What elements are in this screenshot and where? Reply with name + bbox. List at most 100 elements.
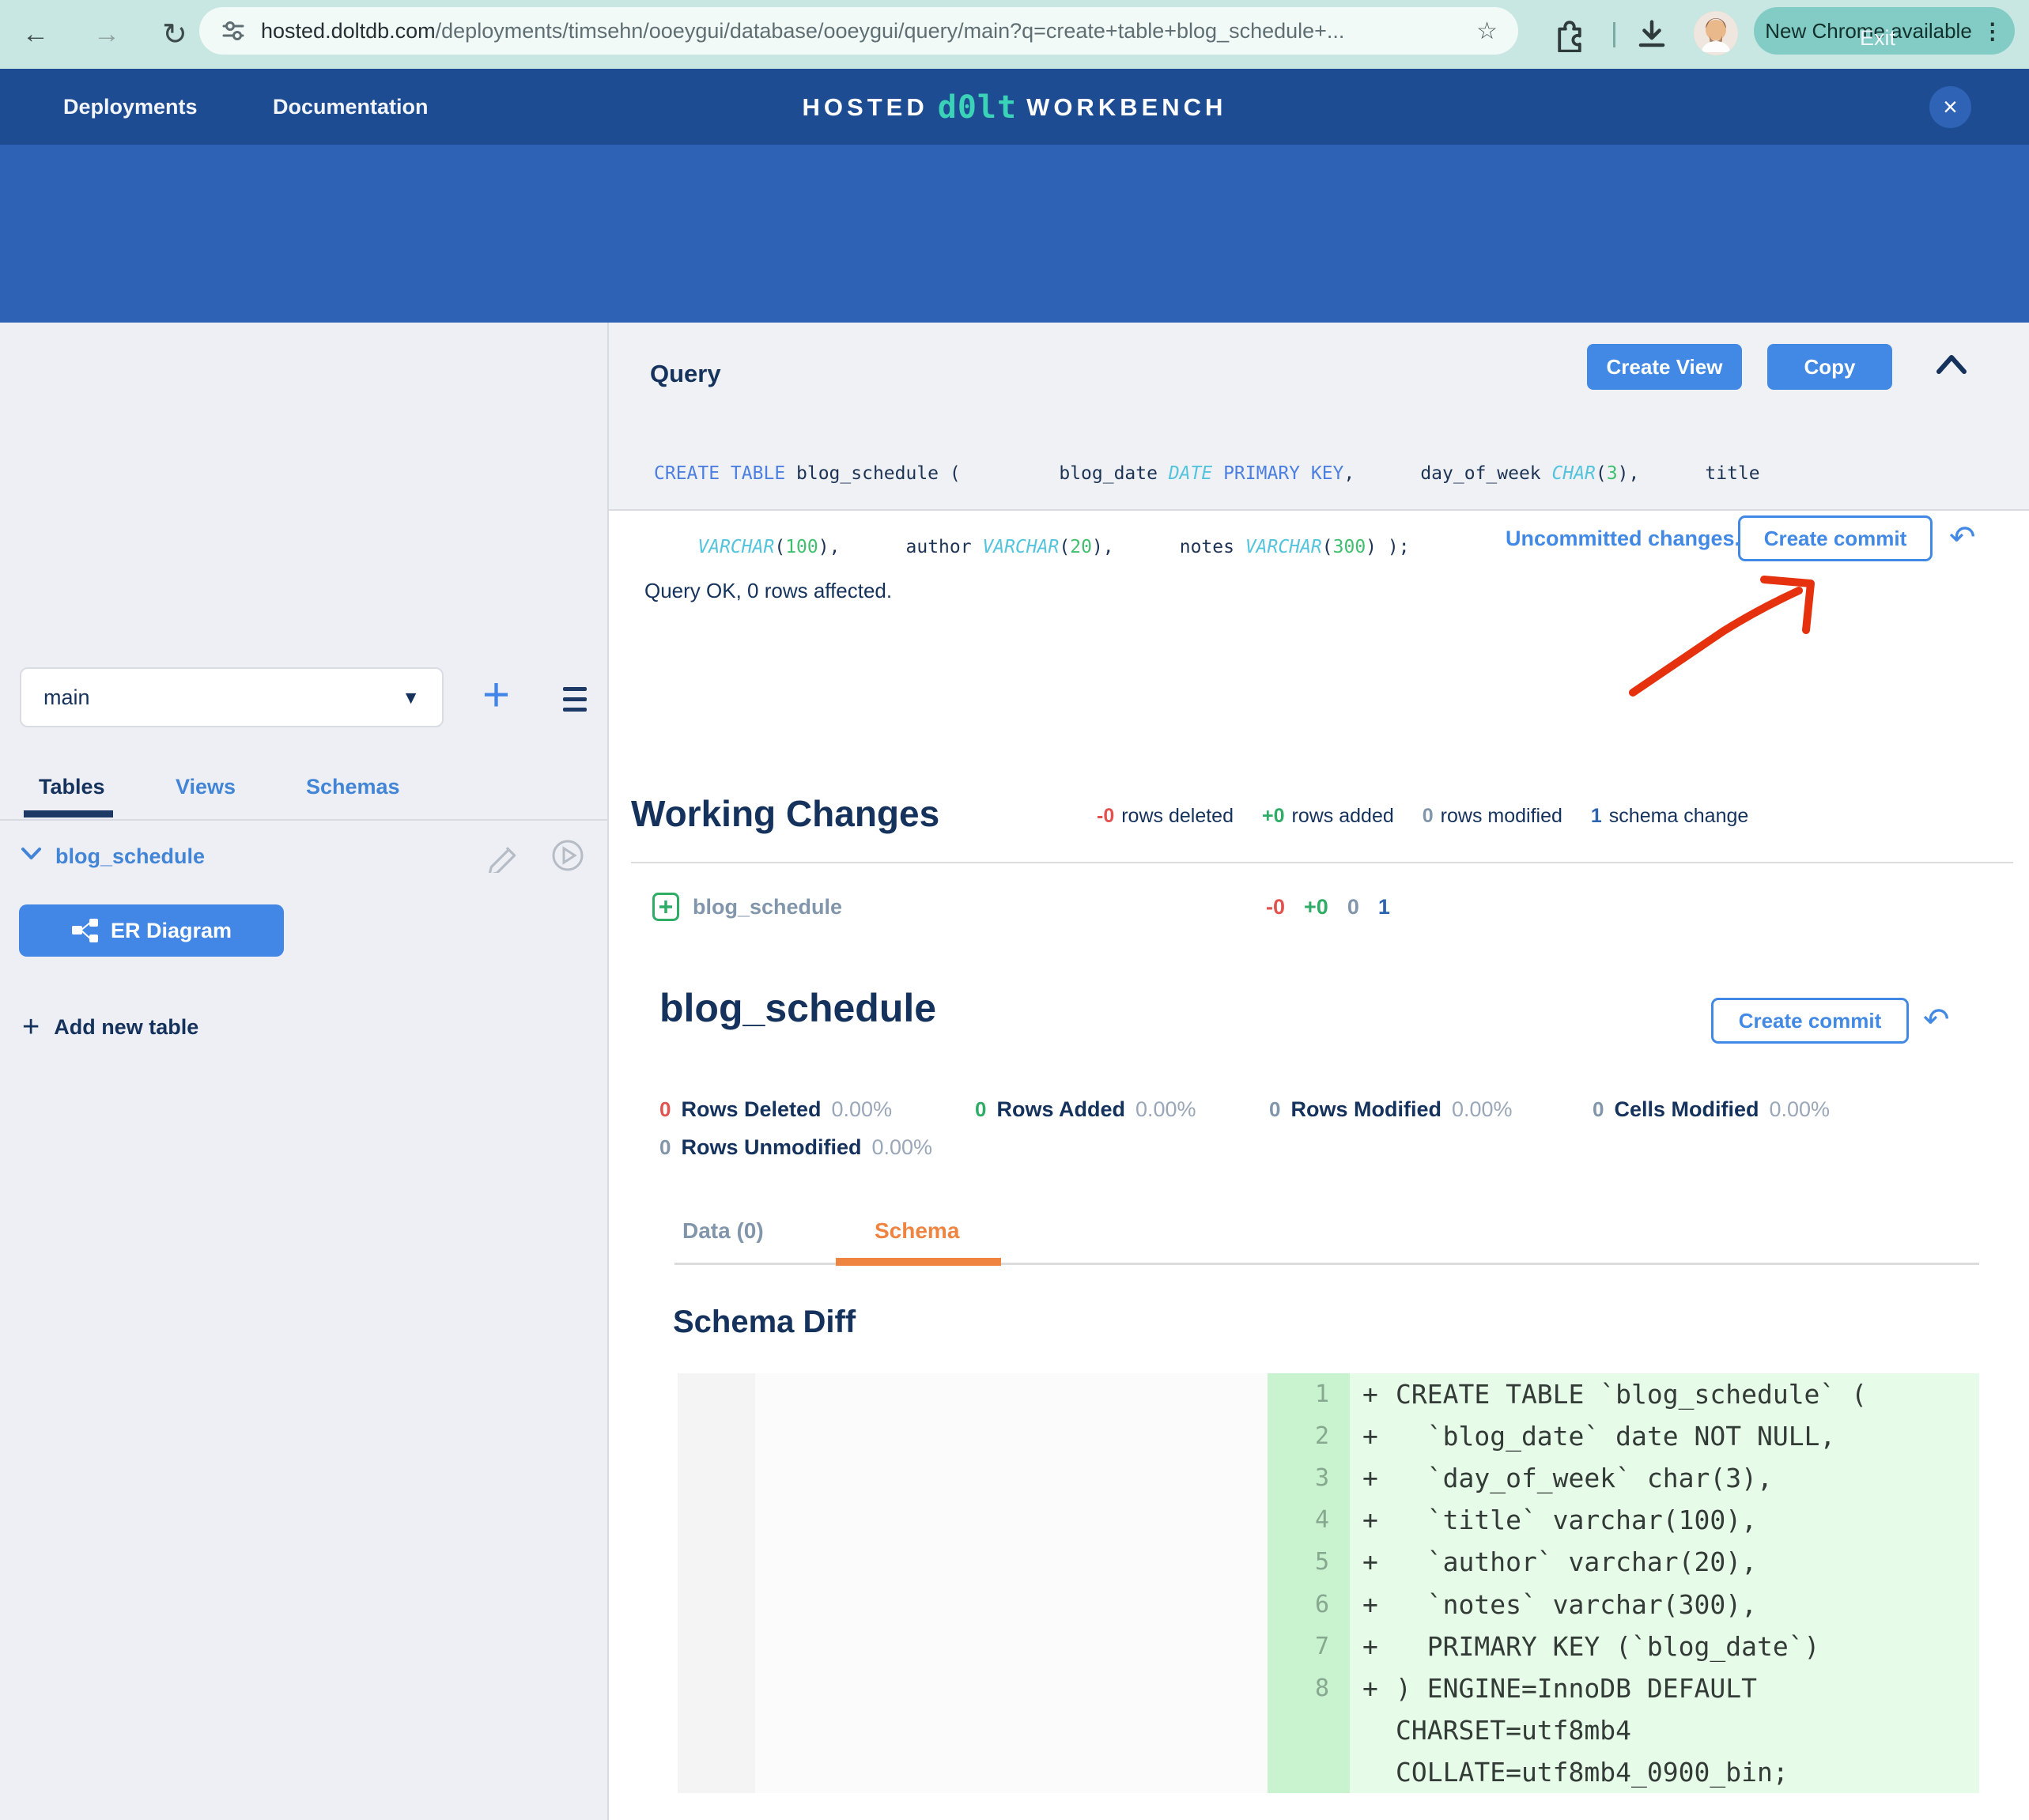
caret-down-icon: ▼ — [402, 687, 420, 708]
extensions-icon[interactable] — [1551, 16, 1588, 52]
diff-row: 7 + PRIMARY KEY (`blog_date`) — [1268, 1626, 1979, 1667]
diff-line-number: 2 — [1268, 1415, 1350, 1457]
sql-token: ) ); — [1366, 537, 1409, 557]
diff-line-number: 6 — [1268, 1583, 1350, 1625]
diff-add-sign: + — [1350, 1379, 1396, 1410]
branch-menu-icon[interactable] — [563, 687, 587, 718]
diff-row: 5 + `author` varchar(20), — [1268, 1541, 1979, 1583]
table-stat: 0 Rows Modified 0.00% — [1269, 1097, 1513, 1122]
database-header: timsehn/ooeygui/ooeygui ▾ Admin + Add ▾ … — [0, 145, 2029, 323]
diff-old-side — [755, 1373, 1268, 1793]
schema-diff-title: Schema Diff — [673, 1305, 856, 1340]
diff-add-sign: + — [1350, 1463, 1396, 1493]
working-changes-stats: -0 rows deleted +0 rows added 0 rows mod… — [1097, 805, 1748, 828]
diff-code-text: `blog_date` date NOT NULL, — [1396, 1421, 1835, 1452]
hosted-dolt-workbench-window: ← → ↻ hosted.doltdb.com/deployments/tims… — [0, 0, 2029, 1820]
sql-token: VARCHAR — [697, 537, 774, 557]
diff-line-number: 4 — [1268, 1499, 1350, 1541]
sidebar-table-blog-schedule[interactable]: blog_schedule — [55, 844, 205, 869]
diff-code-text: COLLATE=utf8mb4_0900_bin; — [1396, 1757, 1789, 1788]
diff-code-text: `notes` varchar(300), — [1396, 1589, 1757, 1620]
create-view-button[interactable]: Create View — [1587, 344, 1742, 390]
diff-row: COLLATE=utf8mb4_0900_bin; — [1268, 1751, 1979, 1793]
sidebar-tab-tables[interactable]: Tables — [39, 775, 105, 799]
stat-item: 1 schema change — [1591, 805, 1748, 828]
sql-token: CHAR — [1552, 463, 1596, 484]
add-new-table-button[interactable]: + Add new table — [22, 1012, 198, 1042]
sql-token: 300 — [1333, 537, 1366, 557]
uncommitted-changes-label: Uncommitted changes. — [1506, 527, 1740, 551]
sql-token: , day_of_week — [1343, 463, 1551, 484]
count-value: +0 — [1304, 895, 1328, 919]
browser-forward-icon[interactable]: → — [93, 21, 120, 47]
toolbar-divider — [1613, 22, 1615, 47]
close-icon[interactable]: × — [1929, 86, 1971, 128]
diff-add-sign: + — [1350, 1589, 1396, 1620]
sql-token: ), author — [818, 537, 983, 557]
diff-line-number: 5 — [1268, 1541, 1350, 1583]
browser-back-icon[interactable]: ← — [22, 21, 49, 47]
diff-add-sign: + — [1350, 1631, 1396, 1662]
branch-selector[interactable]: main ▼ — [20, 667, 444, 727]
sql-token: 20 — [1070, 537, 1092, 557]
new-branch-icon[interactable]: + — [482, 671, 510, 719]
site-settings-icon[interactable] — [220, 17, 247, 44]
diff-code-text: CHARSET=utf8mb4 — [1396, 1715, 1631, 1746]
collapse-query-icon[interactable] — [1936, 354, 1967, 375]
active-tab-indicator — [836, 1258, 1001, 1266]
diff-line-number — [1268, 1709, 1350, 1751]
run-table-icon[interactable] — [550, 838, 585, 873]
sql-token: 3 — [1607, 463, 1618, 484]
create-commit-button-table[interactable]: Create commit — [1711, 998, 1909, 1044]
profile-avatar[interactable] — [1694, 11, 1738, 55]
chevron-down-icon[interactable] — [21, 847, 42, 861]
sql-token: ( — [1322, 537, 1333, 557]
diff-line-number — [1268, 1751, 1350, 1793]
divider — [0, 819, 607, 821]
working-changes-title: Working Changes — [631, 792, 939, 835]
sql-token: VARCHAR — [982, 537, 1059, 557]
exit-link[interactable]: Exit — [1860, 26, 1895, 51]
table-stat: 0 Rows Added 0.00% — [975, 1097, 1196, 1122]
diff-code-text: `title` varchar(100), — [1396, 1505, 1757, 1535]
er-diagram-button[interactable]: ER Diagram — [19, 904, 284, 957]
sidebar-tab-schemas[interactable]: Schemas — [306, 775, 400, 799]
sidebar-tab-views[interactable]: Views — [176, 775, 236, 799]
changed-table-counts: -0+001 — [1266, 895, 1390, 919]
edit-table-icon[interactable] — [486, 838, 520, 873]
diff-row: 3 + `day_of_week` char(3), — [1268, 1457, 1979, 1499]
table-stat: 0 Rows Deleted 0.00% — [659, 1097, 892, 1122]
stat-item: 0 rows modified — [1423, 805, 1562, 828]
count-value: 0 — [1347, 895, 1359, 919]
address-bar[interactable]: hosted.doltdb.com/deployments/timsehn/oo… — [199, 7, 1518, 55]
table-section-title: blog_schedule — [659, 985, 936, 1031]
copy-button[interactable]: Copy — [1767, 344, 1892, 390]
sql-token: ( — [1596, 463, 1607, 484]
bookmark-star-icon[interactable]: ☆ — [1476, 17, 1498, 45]
discard-changes-icon[interactable]: ↶ — [1949, 522, 1976, 553]
browser-menu-icon[interactable]: ⋮ — [1982, 18, 2004, 44]
discard-changes-icon[interactable]: ↶ — [1923, 1004, 1950, 1036]
url-text: hosted.doltdb.com/deployments/timsehn/oo… — [261, 19, 1344, 43]
browser-reload-icon[interactable]: ↻ — [162, 20, 187, 50]
diff-line-number: 1 — [1268, 1373, 1350, 1415]
downloads-icon[interactable] — [1634, 16, 1670, 52]
create-commit-button[interactable]: Create commit — [1738, 515, 1933, 561]
count-value: -0 — [1266, 895, 1285, 919]
sidebar: main ▼ + Tables Views Schemas blog_sched… — [0, 323, 609, 1820]
diff-row: 1 + CREATE TABLE `blog_schedule` ( — [1268, 1373, 1979, 1415]
diff-add-sign: + — [1350, 1421, 1396, 1452]
active-sidebar-tab-indicator — [24, 810, 113, 817]
changed-table-name[interactable]: blog_schedule — [693, 895, 842, 919]
sql-token: PRIMARY KEY — [1223, 463, 1343, 484]
table-stat: 0 Rows Unmodified 0.00% — [659, 1135, 932, 1160]
stat-item: -0 rows deleted — [1097, 805, 1234, 828]
sql-token — [1212, 463, 1223, 484]
query-result-message: Query OK, 0 rows affected. — [644, 579, 892, 603]
diff-row: 4 + `title` varchar(100), — [1268, 1499, 1979, 1541]
diff-old-gutter — [678, 1373, 755, 1793]
tab-data[interactable]: Data (0) — [682, 1218, 764, 1244]
tab-schema[interactable]: Schema — [875, 1218, 959, 1244]
sql-token: ( — [1059, 537, 1070, 557]
diff-code-text: ) ENGINE=InnoDB DEFAULT — [1396, 1673, 1757, 1704]
